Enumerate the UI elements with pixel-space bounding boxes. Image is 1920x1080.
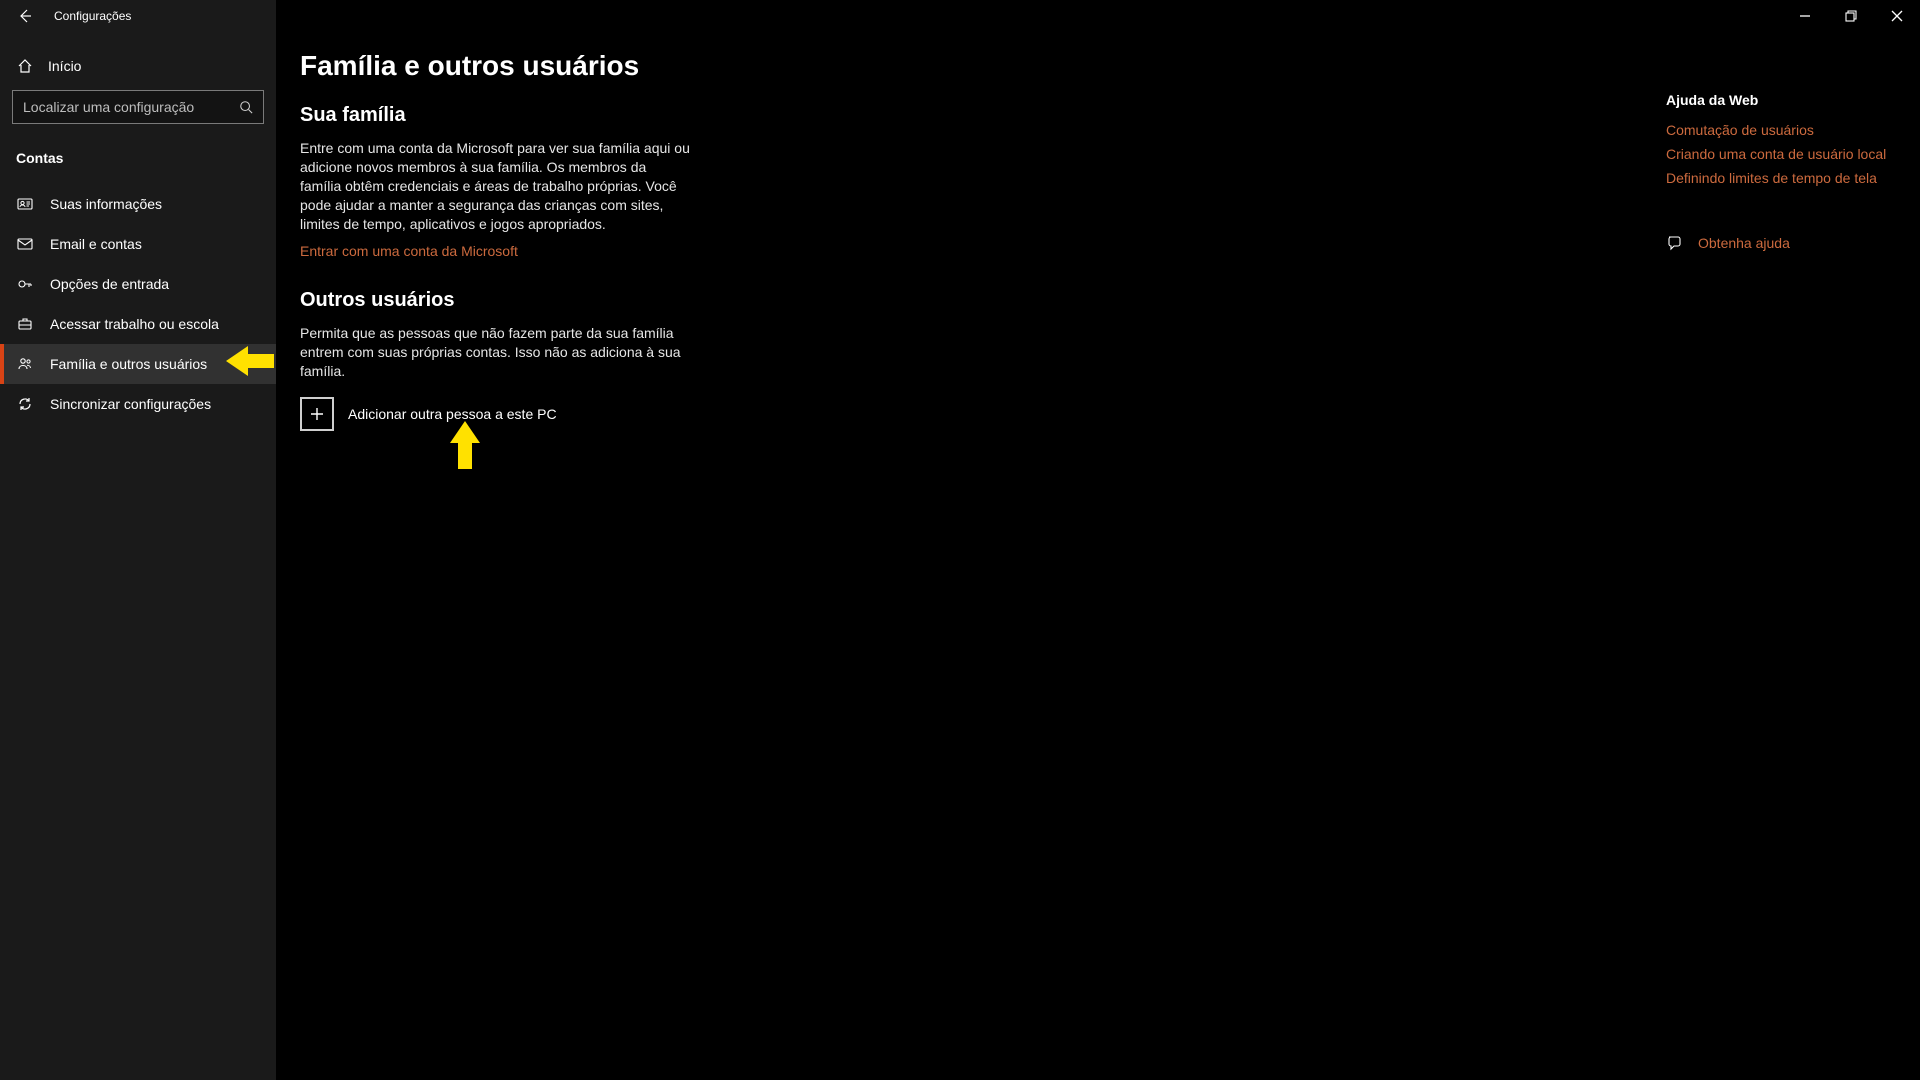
family-body: Entre com uma conta da Microsoft para ve… [300, 139, 690, 233]
search-box[interactable] [12, 90, 264, 124]
key-icon [16, 276, 34, 292]
sidebar-section-label: Contas [0, 142, 276, 184]
close-button[interactable] [1874, 0, 1920, 32]
add-other-user-label: Adicionar outra pessoa a este PC [348, 406, 557, 422]
sidebar-item-label: Família e outros usuários [50, 356, 207, 372]
people-icon [16, 356, 34, 372]
others-block: Outros usuários Permita que as pessoas q… [300, 289, 690, 431]
family-block: Sua família Entre com uma conta da Micro… [300, 104, 690, 261]
help-heading: Ajuda da Web [1666, 92, 1896, 108]
titlebar: Configurações [0, 0, 1920, 32]
sidebar-home[interactable]: Início [0, 48, 276, 84]
maximize-button[interactable] [1828, 0, 1874, 32]
back-button[interactable] [16, 7, 34, 25]
sidebar-home-label: Início [48, 58, 81, 74]
help-link-create-local-account[interactable]: Criando uma conta de usuário local [1666, 146, 1896, 162]
signin-microsoft-link[interactable]: Entrar com uma conta da Microsoft [300, 243, 518, 259]
others-heading: Outros usuários [300, 289, 690, 312]
sidebar-item-label: Opções de entrada [50, 276, 169, 292]
plus-icon [309, 406, 325, 422]
sidebar-item-email-accounts[interactable]: Email e contas [0, 224, 276, 264]
maximize-icon [1845, 10, 1857, 22]
search-icon [229, 100, 263, 114]
minimize-icon [1799, 10, 1811, 22]
sync-icon [16, 396, 34, 412]
help-link-screen-time-limits[interactable]: Definindo limites de tempo de tela [1666, 170, 1896, 186]
titlebar-left: Configurações [0, 0, 276, 32]
mail-icon [16, 236, 34, 252]
close-icon [1891, 10, 1903, 22]
sidebar-item-label: Sincronizar configurações [50, 396, 211, 412]
sidebar-item-your-info[interactable]: Suas informações [0, 184, 276, 224]
sidebar-item-label: Email e contas [50, 236, 142, 252]
sidebar-item-label: Suas informações [50, 196, 162, 212]
add-other-user-button[interactable]: Adicionar outra pessoa a este PC [300, 397, 690, 431]
main: Família e outros usuários Sua família En… [276, 32, 1920, 1080]
minimize-button[interactable] [1782, 0, 1828, 32]
sidebar-item-sync-settings[interactable]: Sincronizar configurações [0, 384, 276, 424]
sidebar-item-work-school[interactable]: Acessar trabalho ou escola [0, 304, 276, 344]
person-card-icon [16, 196, 34, 212]
sidebar-item-label: Acessar trabalho ou escola [50, 316, 219, 332]
others-body: Permita que as pessoas que não fazem par… [300, 324, 690, 381]
plus-box-icon [300, 397, 334, 431]
caption-buttons [1782, 0, 1920, 32]
family-heading: Sua família [300, 104, 690, 127]
search-input[interactable] [13, 99, 229, 115]
chat-help-icon [1666, 234, 1684, 252]
get-help-link[interactable]: Obtenha ajuda [1666, 234, 1896, 252]
sidebar-item-family-users[interactable]: Família e outros usuários [0, 344, 276, 384]
help-column: Ajuda da Web Comutação de usuários Crian… [1666, 50, 1896, 1062]
search-wrap [0, 84, 276, 142]
get-help-label: Obtenha ajuda [1698, 235, 1790, 251]
sidebar: Início Contas Suas informações Email e c… [0, 32, 276, 1080]
window-title: Configurações [54, 9, 131, 23]
home-icon [16, 58, 34, 74]
sidebar-item-signin-options[interactable]: Opções de entrada [0, 264, 276, 304]
help-link-switch-users[interactable]: Comutação de usuários [1666, 122, 1896, 138]
main-column: Família e outros usuários Sua família En… [300, 50, 690, 1062]
page-title: Família e outros usuários [300, 50, 690, 82]
arrow-left-icon [17, 8, 33, 24]
briefcase-icon [16, 316, 34, 332]
